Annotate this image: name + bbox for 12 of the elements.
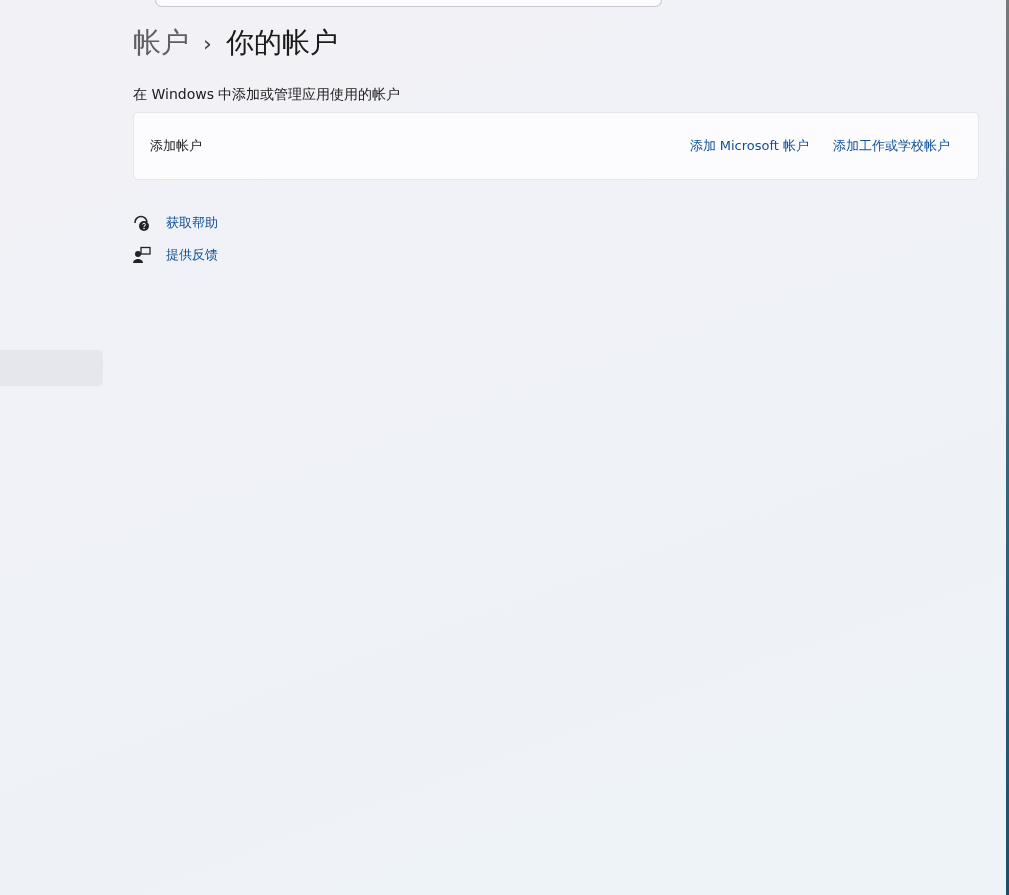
help-icon — [133, 214, 151, 232]
breadcrumb-separator: › — [203, 30, 212, 56]
page-title: 你的帐户 — [225, 25, 338, 61]
help-link[interactable]: 提供反馈 — [166, 246, 218, 264]
help-link[interactable]: 获取帮助 — [166, 214, 218, 232]
add-account-link[interactable]: 添加 Microsoft 帐户 — [689, 137, 809, 155]
feedback-icon — [133, 246, 151, 264]
breadcrumb-parent[interactable]: 帐户 — [133, 24, 189, 62]
section-title: 在 Windows 中添加或管理应用使用的帐户 — [133, 86, 402, 104]
add-account-link[interactable]: 添加工作或学校帐户 — [833, 137, 950, 155]
search-field[interactable] — [155, 0, 662, 7]
card-label: 添加帐户 — [150, 137, 203, 155]
